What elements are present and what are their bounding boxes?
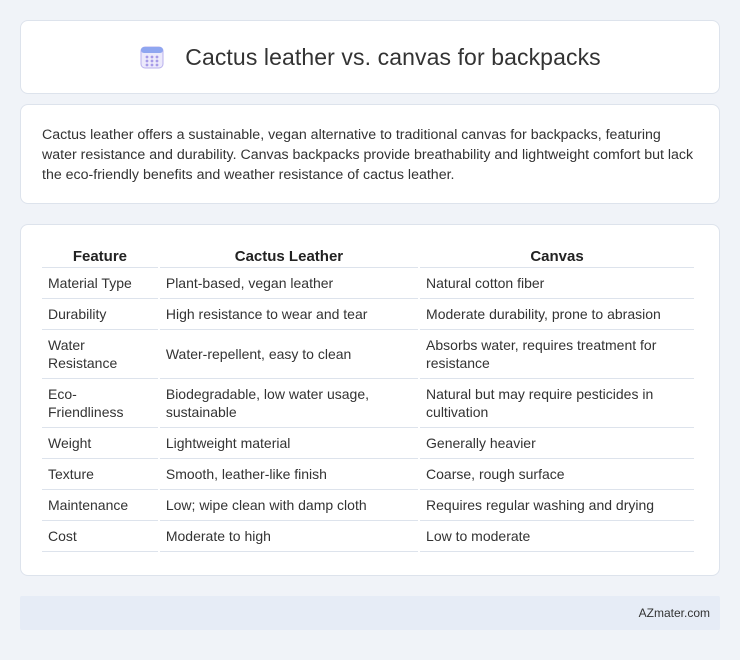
table-cell: Water Resistance bbox=[42, 330, 158, 379]
table-cell: Durability bbox=[42, 299, 158, 330]
table-cell: Coarse, rough surface bbox=[420, 459, 694, 490]
table-row: Weight Lightweight material Generally he… bbox=[42, 428, 694, 459]
comparison-table-card: Feature Cactus Leather Canvas Material T… bbox=[20, 224, 720, 576]
table-cell: Material Type bbox=[42, 268, 158, 299]
table-row: Cost Moderate to high Low to moderate bbox=[42, 521, 694, 552]
table-cell: Texture bbox=[42, 459, 158, 490]
table-cell: Natural but may require pesticides in cu… bbox=[420, 379, 694, 428]
table-cell: Biodegradable, low water usage, sustaina… bbox=[159, 379, 419, 428]
table-cell: Maintenance bbox=[42, 490, 158, 521]
table-row: Eco-Friendliness Biodegradable, low wate… bbox=[42, 379, 694, 428]
table-cell: Natural cotton fiber bbox=[420, 268, 694, 299]
footer-bar: AZmater.com bbox=[20, 596, 720, 630]
table-row: Durability High resistance to wear and t… bbox=[42, 299, 694, 330]
table-header-row: Feature Cactus Leather Canvas bbox=[42, 245, 694, 268]
column-header-canvas: Canvas bbox=[420, 245, 694, 268]
column-header-feature: Feature bbox=[42, 245, 158, 268]
table-row: Water Resistance Water-repellent, easy t… bbox=[42, 330, 694, 379]
table-cell: Eco-Friendliness bbox=[42, 379, 158, 428]
table-cell: Moderate durability, prone to abrasion bbox=[420, 299, 694, 330]
table-cell: Low; wipe clean with damp cloth bbox=[159, 490, 419, 521]
table-row: Material Type Plant-based, vegan leather… bbox=[42, 268, 694, 299]
page-title: Cactus leather vs. canvas for backpacks bbox=[185, 43, 601, 70]
table-cell: Cost bbox=[42, 521, 158, 552]
table-cell: Requires regular washing and drying bbox=[420, 490, 694, 521]
table-cell: Generally heavier bbox=[420, 428, 694, 459]
table-row: Texture Smooth, leather-like finish Coar… bbox=[42, 459, 694, 490]
description-card: Cactus leather offers a sustainable, veg… bbox=[20, 104, 720, 204]
table-cell: Smooth, leather-like finish bbox=[159, 459, 419, 490]
footer-brand: AZmater.com bbox=[638, 606, 710, 620]
table-cell: High resistance to wear and tear bbox=[159, 299, 419, 330]
table-cell: Weight bbox=[42, 428, 158, 459]
table-row: Maintenance Low; wipe clean with damp cl… bbox=[42, 490, 694, 521]
comparison-table: Feature Cactus Leather Canvas Material T… bbox=[40, 245, 696, 552]
table-cell: Plant-based, vegan leather bbox=[159, 268, 419, 299]
table-cell: Water-repellent, easy to clean bbox=[159, 330, 419, 379]
table-cell: Lightweight material bbox=[159, 428, 419, 459]
table-cell: Absorbs water, requires treatment for re… bbox=[420, 330, 694, 379]
description-text: Cactus leather offers a sustainable, veg… bbox=[42, 127, 694, 183]
column-header-cactus-leather: Cactus Leather bbox=[159, 245, 419, 268]
table-cell: Low to moderate bbox=[420, 521, 694, 552]
table-cell: Moderate to high bbox=[159, 521, 419, 552]
calendar-icon bbox=[139, 44, 165, 70]
title-card: Cactus leather vs. canvas for backpacks bbox=[20, 20, 720, 94]
